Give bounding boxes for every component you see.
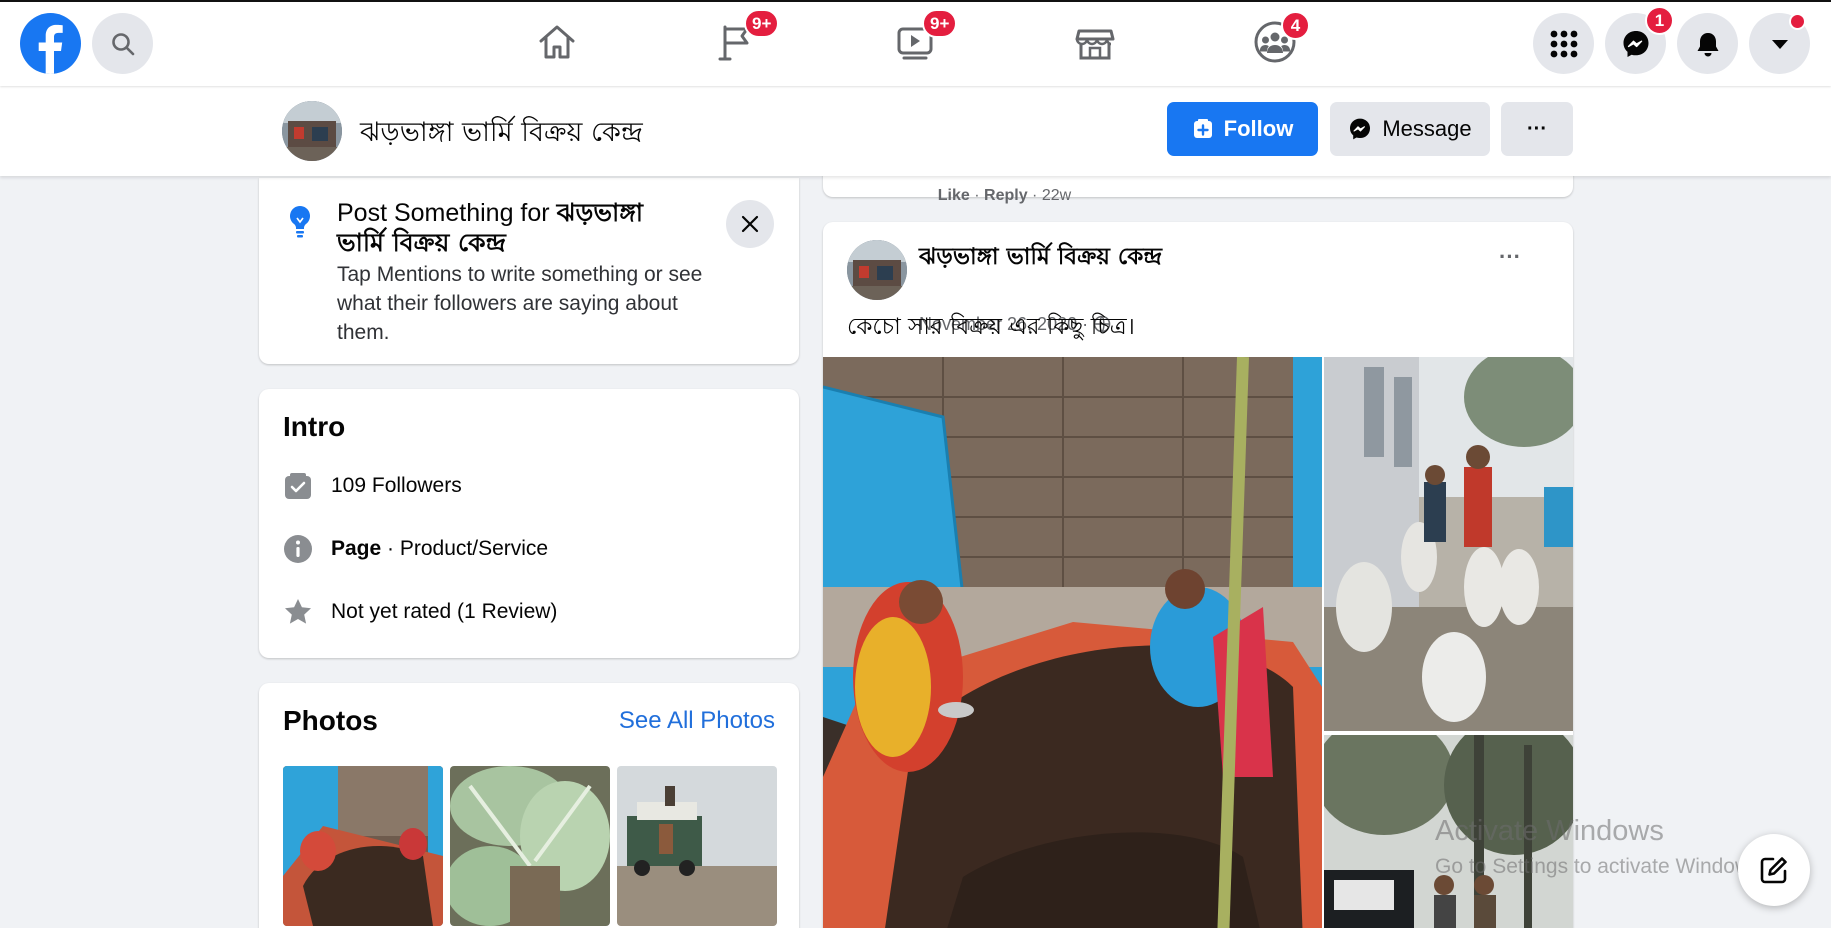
followers-row: 109 Followers: [283, 471, 462, 501]
notifications-button[interactable]: [1677, 13, 1738, 74]
bell-icon: [1694, 30, 1722, 58]
like-comment-link[interactable]: Like: [938, 187, 970, 204]
post-prompt-card: Post Something for ঝড়ভাঙ্গা ভার্মি বিক্…: [259, 178, 799, 364]
top-navigation-bar: 9+ 9+ 4 1: [0, 0, 1831, 86]
post-author-name[interactable]: ঝড়ভাঙ্গা ভার্মি বিক্রয় কেন্দ্র: [919, 238, 1162, 277]
follow-icon: [1192, 118, 1214, 140]
search-icon: [110, 31, 136, 57]
rating-text: Not yet rated (1 Review): [331, 600, 558, 623]
photos-card: Photos See All Photos: [259, 683, 799, 928]
rating-row: Not yet rated (1 Review): [283, 597, 557, 627]
photo-thumbnail-1[interactable]: [283, 766, 443, 926]
activate-windows-watermark: Activate Windows: [1435, 815, 1664, 847]
post-options-button[interactable]: ···: [1499, 244, 1521, 270]
separator: ·: [969, 187, 985, 204]
post-prompt-title-prefix: Post Something for: [337, 199, 557, 227]
account-alert-dot: [1789, 13, 1806, 30]
message-label: Message: [1382, 116, 1472, 141]
menu-button[interactable]: [1533, 13, 1594, 74]
photos-heading: Photos: [283, 705, 378, 736]
messenger-icon: [1621, 29, 1651, 59]
post-photo-1[interactable]: [823, 357, 1322, 928]
followers-check-icon: [283, 471, 313, 501]
message-button[interactable]: Message: [1330, 102, 1490, 156]
comment-actions: Like · Reply · 22w: [920, 169, 1071, 223]
separator: ·: [1027, 187, 1042, 204]
intro-heading: Intro: [283, 411, 346, 442]
activate-windows-subtext: Go to Settings to activate Windows.: [1435, 855, 1767, 878]
page-type-label: Page: [331, 537, 382, 560]
followers-count: 109 Followers: [331, 474, 462, 497]
pages-notification-badge: 9+: [744, 9, 780, 38]
post-prompt-body: Tap Mentions to write something or see w…: [337, 263, 703, 344]
page-avatar[interactable]: [282, 101, 342, 161]
messenger-notification-badge: 1: [1645, 6, 1674, 35]
close-icon: [741, 215, 759, 233]
messenger-icon: [1348, 117, 1372, 141]
post-prompt-title: Post Something for ঝড়ভাঙ্গা ভার্মি বিক্…: [337, 198, 697, 258]
page-header-bar: ঝড়ভাঙ্গা ভার্মি বিক্রয় কেন্দ্র Follow …: [0, 86, 1831, 176]
watch-notification-badge: 9+: [922, 9, 958, 38]
new-message-button[interactable]: [1738, 834, 1810, 906]
follow-label: Follow: [1223, 116, 1294, 141]
caret-down-icon: [1769, 33, 1791, 55]
lightbulb-icon: [287, 204, 313, 238]
reply-comment-link[interactable]: Reply: [984, 187, 1028, 204]
nav-marketplace[interactable]: [1071, 18, 1119, 66]
more-options-icon: ···: [1527, 117, 1547, 140]
apps-grid-icon: [1549, 29, 1579, 59]
photo-thumbnail-2[interactable]: [450, 766, 610, 926]
follow-button[interactable]: Follow: [1167, 102, 1318, 156]
home-icon: [536, 21, 578, 63]
post-photo-2[interactable]: [1324, 357, 1573, 731]
nav-home[interactable]: [533, 18, 581, 66]
dismiss-button[interactable]: [726, 200, 774, 248]
intro-card: Intro 109 Followers Page · Product/Servi…: [259, 389, 799, 658]
photo-thumbnail-3[interactable]: [617, 766, 777, 926]
info-icon: [283, 534, 313, 564]
page-more-options-button[interactable]: ···: [1501, 102, 1573, 156]
facebook-logo-icon[interactable]: [20, 13, 81, 74]
page-category: · Product/Service: [381, 537, 549, 560]
post-author-avatar[interactable]: [847, 240, 907, 300]
page-name: ঝড়ভাঙ্গা ভার্মি বিক্রয় কেন্দ্র: [360, 117, 643, 148]
marketplace-shop-icon: [1074, 21, 1116, 63]
groups-notification-badge: 4: [1281, 11, 1310, 40]
compose-edit-icon: [1759, 855, 1789, 885]
see-all-photos-link[interactable]: See All Photos: [619, 707, 775, 735]
post-text: কেচো সার বিক্রয় এর কিছু চিত্র।: [847, 314, 1135, 340]
star-icon: [283, 597, 313, 627]
comment-timestamp[interactable]: 22w: [1042, 187, 1071, 204]
page-category-row: Page · Product/Service: [283, 534, 548, 564]
search-button[interactable]: [92, 13, 153, 74]
